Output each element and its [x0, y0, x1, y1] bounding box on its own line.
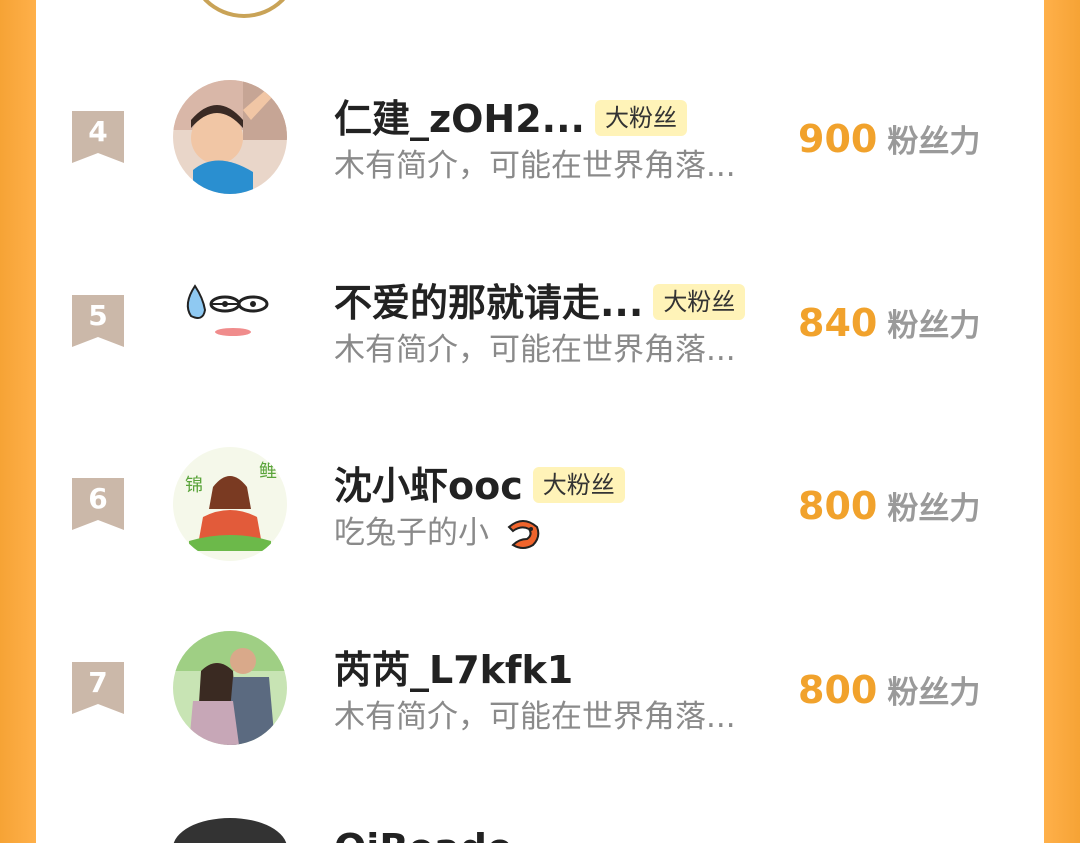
- user-name[interactable]: 仁建_zOH2... 大粉丝: [334, 96, 687, 142]
- fan-power-value: 900: [798, 117, 878, 161]
- fan-power-unit: 粉丝力: [887, 675, 981, 711]
- user-bio: 木有简介，可能在世界角落...: [334, 332, 736, 368]
- svg-text:锦: 锦: [185, 475, 203, 496]
- rank-tag: 4: [72, 111, 124, 163]
- rank-tag: 6: [72, 478, 124, 530]
- fan-power-unit: 粉丝力: [887, 308, 981, 344]
- rank-number: 4: [88, 115, 108, 148]
- fan-power: 800 粉丝力: [798, 483, 980, 528]
- fan-badge: 大粉丝: [594, 99, 687, 136]
- fan-power-unit: 粉丝力: [887, 491, 981, 527]
- fan-badge: 大粉丝: [532, 466, 625, 503]
- list-item[interactable]: 5 不爱的那就请走... 大粉丝 木有简介，可能在世界角落... 840 粉丝力: [36, 264, 1044, 384]
- rank-tag: 7: [72, 662, 124, 714]
- fan-power: 840 粉丝力: [798, 300, 980, 345]
- fan-power: 900 粉丝力: [798, 116, 980, 161]
- fan-power-value: 840: [798, 301, 878, 345]
- svg-text:鲤: 鲤: [259, 461, 277, 482]
- avatar-previous-row[interactable]: [188, 0, 300, 18]
- rank-number: 6: [88, 482, 108, 515]
- list-item[interactable]: 4 仁建_zOH2... 大粉丝 木有简介，可能在世界角落... 900 粉丝力: [36, 80, 1044, 200]
- fan-power: 800 粉丝力: [798, 667, 980, 712]
- user-name[interactable]: 不爱的那就请走... 大粉丝: [334, 280, 746, 326]
- avatar-next-row[interactable]: [173, 818, 287, 843]
- rank-tag: 5: [72, 295, 124, 347]
- fan-power-unit: 粉丝力: [887, 124, 981, 160]
- user-name[interactable]: 芮芮_L7kfk1: [334, 647, 573, 693]
- ranking-card: 4 仁建_zOH2... 大粉丝 木有简介，可能在世界角落... 900 粉丝力 5: [36, 0, 1044, 843]
- user-bio: 木有简介，可能在世界角落...: [334, 699, 736, 735]
- fan-power-value: 800: [798, 484, 878, 528]
- avatar[interactable]: 锦 鲤: [173, 447, 287, 561]
- shrimp-emoji-icon: [507, 519, 540, 549]
- avatar[interactable]: [173, 264, 287, 378]
- list-item[interactable]: 7 芮芮_L7kfk1 木有简介，可能在世界角落... 800 粉丝力: [36, 631, 1044, 751]
- fan-badge: 大粉丝: [653, 283, 746, 320]
- rank-number: 5: [88, 299, 108, 332]
- user-name-next-row[interactable]: QiBeade: [334, 826, 513, 843]
- user-bio: 木有简介，可能在世界角落...: [334, 148, 736, 184]
- user-name[interactable]: 沈小虾ooc 大粉丝: [334, 463, 625, 509]
- avatar[interactable]: [173, 631, 287, 745]
- avatar[interactable]: [173, 80, 287, 194]
- user-bio: 吃兔子的小: [334, 513, 543, 553]
- fan-power-value: 800: [798, 668, 878, 712]
- list-item[interactable]: 6 锦 鲤 沈小虾ooc 大粉丝 吃兔子的小 800 粉丝力: [36, 447, 1044, 567]
- rank-number: 7: [88, 666, 108, 699]
